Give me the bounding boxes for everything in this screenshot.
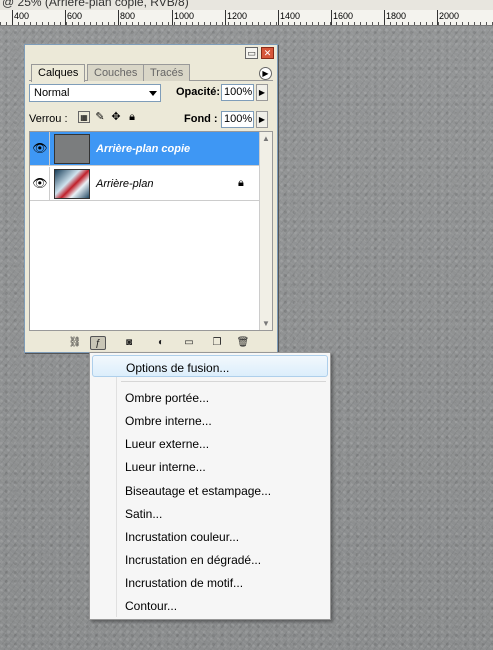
eye-icon[interactable]: 👁︎	[32, 141, 48, 155]
scroll-down-icon[interactable]: ▼	[262, 319, 270, 328]
ruler-label: 600	[67, 11, 83, 21]
document-title-bar: @ 25% (Arrière-plan copie, RVB/8)	[0, 0, 493, 10]
folder-icon[interactable]: ▭	[181, 336, 197, 350]
blend-mode-value: Normal	[34, 87, 70, 99]
layer-row-arriere-plan-copie[interactable]: 👁︎ Arrière-plan copie	[30, 132, 260, 166]
close-button[interactable]: ✕	[261, 47, 274, 59]
visibility-cell[interactable]: 👁︎	[30, 132, 50, 166]
tab-calques[interactable]: Calques	[31, 64, 86, 82]
ruler-tick	[118, 10, 119, 25]
tab-traces[interactable]: Tracés	[143, 64, 191, 81]
ruler-tick	[12, 10, 13, 25]
ruler-label: 800	[120, 11, 136, 21]
opacity-label: Opacité:	[176, 86, 221, 98]
layers-scrollbar[interactable]: ▲ ▼	[259, 132, 272, 330]
layer-thumbnail	[54, 134, 90, 164]
fill-label: Fond :	[184, 113, 218, 125]
menu-item-ombre-interne[interactable]: Ombre interne...	[92, 409, 328, 431]
ruler-label: 1400	[280, 11, 301, 21]
horizontal-ruler[interactable]: 400 600 800 1000 1200 1400 1600 1800 200…	[0, 10, 493, 26]
ruler-tick	[331, 10, 332, 25]
fx-icon[interactable]: ƒ	[90, 336, 106, 350]
ruler-tick	[384, 10, 385, 25]
ruler-tick	[437, 10, 438, 25]
ruler-label: 1800	[386, 11, 407, 21]
layer-row-arriere-plan[interactable]: 👁︎ Arrière-plan 🔒︎	[30, 167, 260, 201]
visibility-cell[interactable]: 👁︎	[30, 167, 50, 201]
adjustment-icon[interactable]: ◐	[153, 336, 169, 350]
ruler-label: 400	[14, 11, 30, 21]
menu-item-contour[interactable]: Contour...	[92, 594, 328, 616]
menu-item-lueur-interne[interactable]: Lueur interne...	[92, 455, 328, 477]
menu-item-options-de-fusion[interactable]: Options de fusion...	[92, 355, 328, 377]
scroll-up-icon[interactable]: ▲	[262, 134, 270, 143]
opacity-arrow-icon[interactable]: ▶	[256, 84, 268, 101]
panel-menu-icon[interactable]: ▶	[259, 67, 272, 80]
document-title: @ 25% (Arrière-plan copie, RVB/8)	[2, 0, 189, 9]
menu-item-biseautage-estampage[interactable]: Biseautage et estampage...	[92, 479, 328, 501]
menu-item-lueur-externe[interactable]: Lueur externe...	[92, 432, 328, 454]
panel-tabs: Calques Couches Tracés	[29, 64, 273, 82]
ruler-tick	[172, 10, 173, 25]
trash-icon[interactable]: 🗑︎	[235, 336, 251, 350]
lock-icon: 🔒︎	[238, 177, 244, 189]
eye-icon[interactable]: 👁︎	[32, 176, 48, 190]
lock-brush-icon[interactable]: ✎	[94, 111, 106, 123]
ruler-label: 1600	[333, 11, 354, 21]
opacity-field[interactable]: 100%	[221, 84, 254, 101]
ruler-tick	[278, 10, 279, 25]
minimize-button[interactable]: ▭	[245, 47, 258, 59]
menu-item-ombre-portee[interactable]: Ombre portée...	[92, 386, 328, 408]
ruler-tick	[65, 10, 66, 25]
ruler-tick	[225, 10, 226, 25]
layer-name[interactable]: Arrière-plan	[96, 178, 153, 190]
ruler-minor-ticks	[0, 22, 493, 25]
link-icon[interactable]: ⛓	[67, 336, 83, 350]
layers-list: 👁︎ Arrière-plan copie 👁︎ Arrière-plan 🔒︎…	[29, 131, 273, 331]
panel-footer: ⛓ ƒ ◙ ◐ ▭ ❐ 🗑︎	[29, 335, 273, 351]
layer-style-context-menu: Options de fusion... Ombre portée... Omb…	[89, 352, 331, 620]
menu-item-incrustation-couleur[interactable]: Incrustation couleur...	[92, 525, 328, 547]
new-layer-icon[interactable]: ❐	[209, 336, 225, 350]
menu-item-satin[interactable]: Satin...	[92, 502, 328, 524]
fill-arrow-icon[interactable]: ▶	[256, 111, 268, 128]
menu-separator	[121, 381, 326, 382]
blend-mode-select[interactable]: Normal	[29, 84, 161, 102]
tab-couches[interactable]: Couches	[87, 64, 145, 81]
menu-item-incrustation-motif[interactable]: Incrustation de motif...	[92, 571, 328, 593]
fill-field[interactable]: 100%	[221, 111, 254, 128]
ruler-label: 2000	[439, 11, 460, 21]
ruler-label: 1000	[174, 11, 195, 21]
layers-panel: ▭ ✕ Calques Couches Tracés ▶ Normal Opac…	[24, 44, 278, 353]
layer-name[interactable]: Arrière-plan copie	[96, 143, 190, 155]
panel-title-bar[interactable]: ▭ ✕	[25, 45, 277, 61]
menu-item-incrustation-degrade[interactable]: Incrustation en dégradé...	[92, 548, 328, 570]
mask-icon[interactable]: ◙	[121, 336, 137, 350]
chevron-down-icon	[149, 91, 157, 96]
ruler-label: 1200	[227, 11, 248, 21]
lock-transparency-icon[interactable]: ▦	[78, 111, 90, 123]
lock-all-icon[interactable]: 🔒︎	[126, 111, 138, 123]
layer-thumbnail	[54, 169, 90, 199]
lock-move-icon[interactable]: ✥	[110, 111, 122, 123]
lock-label: Verrou :	[29, 113, 68, 125]
